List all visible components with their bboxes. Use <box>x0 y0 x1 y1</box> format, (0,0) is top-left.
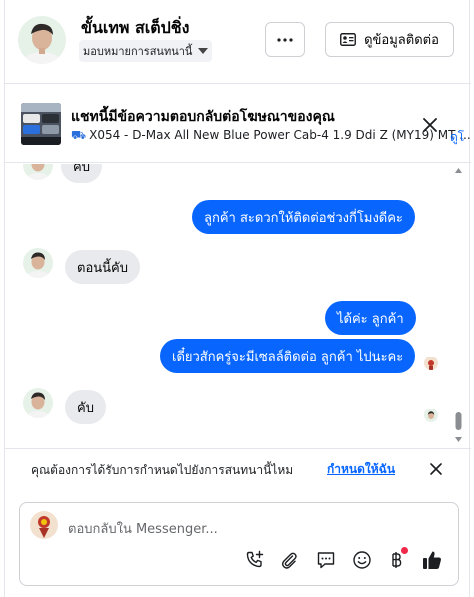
view-contact-label: ดูข้อมูลติดต่อ <box>364 33 439 48</box>
ad-thumbnail[interactable] <box>21 103 61 145</box>
message-thread: คับ ลูกค้า สะดวกให้ติดต่อช่วงกี่โมงดีคะ … <box>5 164 463 444</box>
ad-banner-title: แชทนี้มีข้อความตอบกลับต่อโฆษณาของคุณ <box>71 109 335 125</box>
thread-scrollbar[interactable] <box>454 166 463 446</box>
phone-add-icon <box>246 550 264 568</box>
contact-card-icon <box>340 33 357 46</box>
seen-indicator-avatar <box>424 356 438 370</box>
contact-avatar[interactable] <box>18 16 66 64</box>
close-icon <box>423 118 437 132</box>
close-banner-button[interactable] <box>420 115 440 135</box>
more-dots-icon <box>277 37 293 42</box>
pickup-truck-icon: ⛟ <box>71 128 87 142</box>
call-button[interactable] <box>244 549 266 571</box>
page-avatar <box>30 511 58 539</box>
reply-input[interactable]: ตอบกลับใน Messenger... <box>68 518 218 539</box>
message-composer: ตอบกลับใน Messenger... <box>19 502 459 586</box>
notification-dot <box>401 547 408 554</box>
attach-button[interactable] <box>278 549 300 571</box>
dismiss-suggestion-button[interactable] <box>428 461 444 477</box>
conversation-header: ขั้นเทพ สเต็ปชิ่ง มอบหมายการสนทนานี้ ดูข… <box>5 0 471 84</box>
paperclip-icon <box>281 552 297 569</box>
incoming-message[interactable]: ตอนนี้คับ <box>65 250 140 284</box>
view-contact-button[interactable]: ดูข้อมูลติดต่อ <box>325 22 454 57</box>
like-button[interactable] <box>421 549 443 571</box>
smiley-icon <box>353 551 371 569</box>
ad-reply-banner: แชทนี้มีข้อความตอบกลับต่อโฆษณาของคุณ ⛟ X0… <box>5 85 471 163</box>
view-ad-link[interactable]: ดูโ <box>450 128 464 147</box>
contact-avatar-small <box>23 248 53 278</box>
outgoing-message[interactable]: ได้ค่ะ ลูกค้า <box>325 301 416 335</box>
assign-to-me-link[interactable]: กำหนดให้ฉัน <box>327 460 395 479</box>
seen-indicator-avatar <box>424 408 438 422</box>
outgoing-message[interactable]: เดี๋ยวสักครู่จะมีเซลล์ติดต่อ ลูกค้า ไปนะ… <box>160 339 416 373</box>
ad-banner-subtitle: ⛟ X054 - D-Max All New Blue Power Cab-4 1… <box>71 128 471 144</box>
contact-name: ขั้นเทพ สเต็ปชิ่ง <box>81 18 190 37</box>
contact-avatar-small <box>23 388 53 418</box>
suggestion-text: คุณต้องการได้รับการกำหนดไปยังการสนทนานี้… <box>31 463 294 477</box>
chat-bubble-icon <box>317 552 335 569</box>
incoming-message[interactable]: คับ <box>65 390 106 424</box>
outgoing-message[interactable]: ลูกค้า สะดวกให้ติดต่อช่วงกี่โมงดีคะ <box>192 200 415 234</box>
assign-conversation-dropdown[interactable]: มอบหมายการสนทนานี้ <box>79 40 213 62</box>
caret-down-icon <box>198 48 209 54</box>
assignment-suggestion: คุณต้องการได้รับการกำหนดไปยังการสนทนานี้… <box>5 448 471 490</box>
saved-replies-button[interactable] <box>315 549 337 571</box>
ad-name: X054 - D-Max All New Blue Power Cab-4 1.… <box>89 128 471 142</box>
close-icon <box>430 463 442 475</box>
assign-label: มอบหมายการสนทนานี้ <box>83 45 193 58</box>
thumbs-up-icon <box>423 551 441 569</box>
contact-avatar-small <box>23 164 53 180</box>
conversation-panel: ขั้นเทพ สเต็ปชิ่ง มอบหมายการสนทนานี้ ดูข… <box>4 0 471 597</box>
incoming-message[interactable]: คับ <box>61 164 102 183</box>
emoji-button[interactable] <box>351 549 373 571</box>
more-options-button[interactable] <box>265 22 305 57</box>
